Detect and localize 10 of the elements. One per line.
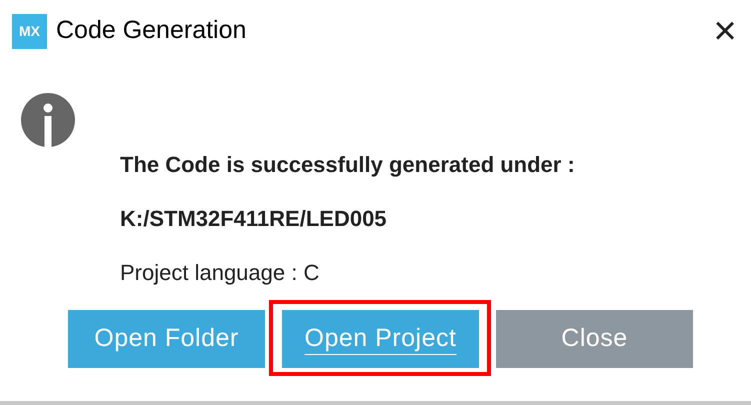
message-heading: The Code is successfully generated under :: [120, 151, 576, 179]
info-icon: [21, 93, 75, 148]
dialog-button[interactable]: Open Project: [282, 310, 479, 368]
project-language: Project language : C: [120, 259, 320, 287]
dialog-button[interactable]: Open Folder: [68, 310, 265, 368]
dialog-button[interactable]: Close: [496, 310, 693, 368]
app-logo: MX: [12, 14, 47, 48]
close-button[interactable]: ×: [705, 11, 745, 51]
output-path: K:/STM32F411RE/LED005: [120, 205, 388, 233]
window-title: Code Generation: [56, 15, 246, 46]
